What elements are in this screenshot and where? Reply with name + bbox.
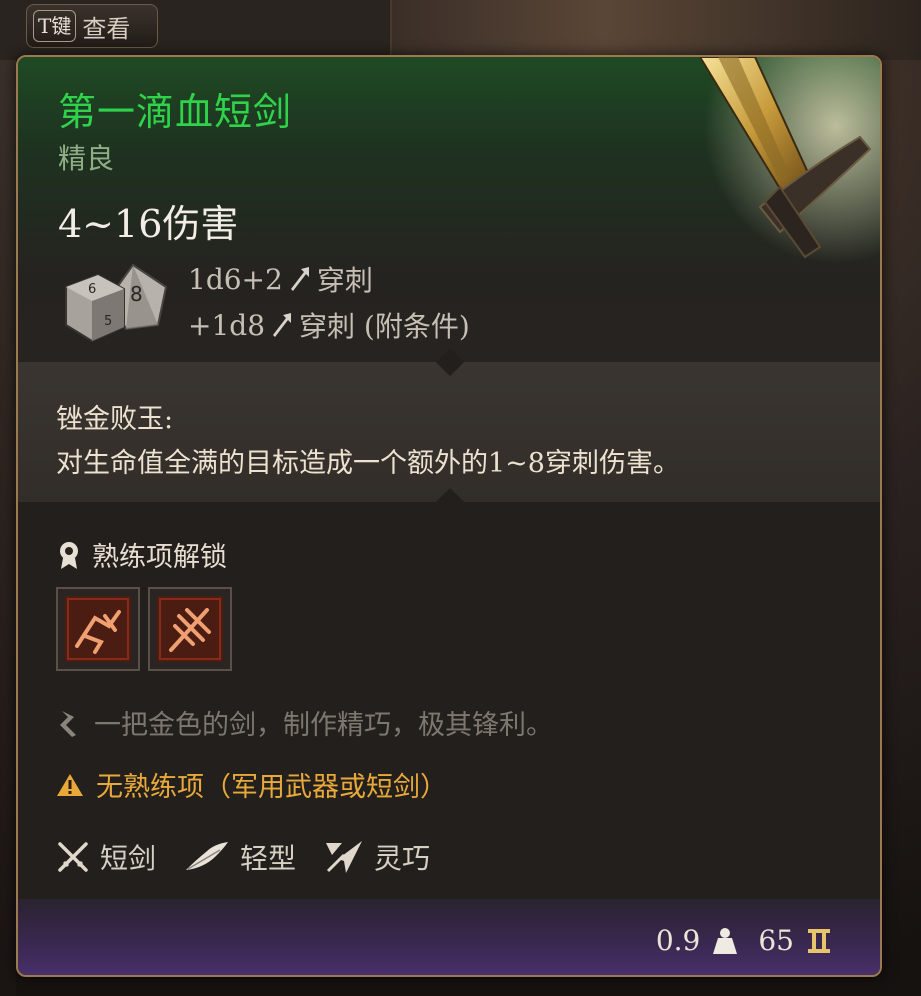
- dice-icon: 8 6 5: [65, 263, 168, 343]
- action-slot[interactable]: [148, 587, 232, 671]
- svg-text:8: 8: [130, 282, 143, 306]
- damage-type: 穿刺 (附条件): [299, 310, 470, 343]
- weapon-action-icon: [157, 596, 223, 662]
- weight-icon: [713, 927, 738, 954]
- badge-icon: [60, 541, 78, 569]
- damage-line-1: 1d6+2 穿刺: [188, 259, 373, 299]
- item-tooltip: 第一滴血短剑 精良 4~16伤害 8 6 5 1d6+2 穿刺 +1d8 穿刺 …: [16, 55, 882, 977]
- ability-name: 锉金败玉:: [56, 404, 174, 435]
- svg-text:5: 5: [104, 314, 112, 329]
- property-finesse[interactable]: 灵巧: [324, 837, 430, 877]
- key-hint-label: 查看: [82, 14, 131, 43]
- property-label: 轻型: [240, 842, 297, 875]
- proficiency-unlock: 熟练项解锁: [56, 535, 227, 574]
- finesse-icon: [326, 841, 363, 873]
- gold-value: 65: [758, 924, 794, 957]
- proficiency-warning: 无熟练项（军用武器或短剑）: [56, 765, 447, 804]
- key-hint[interactable]: T键 查看: [26, 4, 158, 48]
- item-rarity: 精良: [58, 142, 115, 175]
- property-shortsword[interactable]: 短剑: [56, 837, 156, 877]
- weapon-action-icon: [65, 596, 131, 662]
- piercing-icon: [290, 267, 309, 291]
- quill-icon: [60, 710, 76, 737]
- weight-value: 0.9: [655, 924, 701, 957]
- property-label: 灵巧: [374, 842, 431, 875]
- gold-coin-icon: [808, 928, 830, 953]
- key-hint-key: T键: [33, 10, 77, 42]
- ability-description: 对生命值全满的目标造成一个额外的1~8穿刺伤害。: [56, 448, 680, 479]
- item-name: 第一滴血短剑: [58, 90, 293, 134]
- background-rock: [390, 0, 921, 60]
- weight-value-row: 0.9 65: [656, 924, 832, 957]
- damage-line-2: +1d8 穿刺 (附条件): [188, 305, 470, 345]
- piercing-icon: [273, 313, 292, 337]
- damage-total: 4~16伤害: [58, 202, 239, 246]
- flavor-text-label: 一把金色的剑，制作精巧，极其锋利。: [94, 710, 553, 741]
- crossed-swords-icon: [58, 842, 88, 872]
- action-slot[interactable]: [56, 587, 140, 671]
- property-light[interactable]: 轻型: [184, 837, 296, 877]
- damage-type: 穿刺: [316, 264, 373, 297]
- flavor-text: 一把金色的剑，制作精巧，极其锋利。: [56, 703, 553, 742]
- feather-icon: [186, 842, 229, 870]
- proficiency-actions: [56, 587, 232, 671]
- background-strip: [0, 60, 16, 996]
- tooltip-footer: 0.9 65: [18, 899, 880, 975]
- property-label: 短剑: [100, 842, 157, 875]
- sword-image: [660, 57, 880, 287]
- damage-dice: 1d6+2: [188, 262, 283, 296]
- warning-icon: [57, 773, 83, 796]
- weapon-properties: 短剑 轻型 灵巧: [56, 837, 430, 877]
- proficiency-unlock-label: 熟练项解锁: [92, 542, 227, 573]
- warning-label: 无熟练项（军用武器或短剑）: [96, 772, 447, 803]
- svg-text:6: 6: [88, 282, 96, 297]
- damage-dice: +1d8: [188, 308, 266, 342]
